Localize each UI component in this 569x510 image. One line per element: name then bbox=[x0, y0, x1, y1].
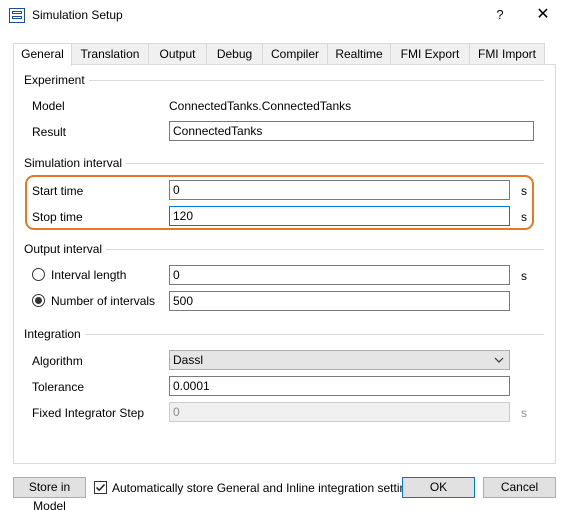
result-label: Result bbox=[32, 125, 67, 139]
close-button[interactable]: ✕ bbox=[532, 5, 554, 25]
tab-general[interactable]: General bbox=[13, 43, 72, 66]
experiment-group-label: Experiment bbox=[24, 73, 89, 87]
app-icon bbox=[9, 8, 25, 23]
tab-translation[interactable]: Translation bbox=[71, 43, 149, 65]
output-interval-group-label: Output interval bbox=[24, 242, 107, 256]
tab-debug[interactable]: Debug bbox=[206, 43, 263, 65]
algorithm-select[interactable]: Dassl bbox=[169, 350, 510, 370]
interval-length-input[interactable]: 0 bbox=[169, 265, 510, 285]
number-of-intervals-radio[interactable] bbox=[32, 294, 45, 307]
ok-button[interactable]: OK bbox=[402, 477, 475, 498]
tab-fmi-export[interactable]: FMI Export bbox=[390, 43, 470, 65]
checkmark-icon bbox=[95, 483, 106, 492]
interval-length-label[interactable]: Interval length bbox=[51, 268, 126, 282]
auto-store-label[interactable]: Automatically store General and Inline i… bbox=[112, 481, 419, 495]
store-in-model-button[interactable]: Store in Model bbox=[13, 477, 86, 510]
tolerance-input[interactable]: 0.0001 bbox=[169, 376, 510, 396]
fixed-integrator-step-input: 0 bbox=[169, 402, 510, 422]
stop-time-input[interactable]: 120 bbox=[169, 206, 510, 226]
model-label: Model bbox=[32, 99, 65, 113]
help-button[interactable]: ? bbox=[490, 5, 510, 25]
start-time-input[interactable]: 0 bbox=[169, 180, 510, 200]
stop-time-label: Stop time bbox=[32, 210, 83, 224]
interval-length-unit: s bbox=[521, 269, 527, 283]
title-bar: Simulation Setup ? ✕ bbox=[0, 0, 569, 31]
model-value: ConnectedTanks.ConnectedTanks bbox=[169, 99, 352, 113]
chevron-down-icon bbox=[494, 357, 504, 363]
result-input[interactable]: ConnectedTanks bbox=[169, 121, 534, 141]
algorithm-selected-value: Dassl bbox=[173, 353, 204, 367]
simulation-interval-group-label: Simulation interval bbox=[24, 156, 127, 170]
tolerance-label: Tolerance bbox=[32, 380, 85, 394]
tab-compiler[interactable]: Compiler bbox=[262, 43, 328, 65]
tab-realtime[interactable]: Realtime bbox=[327, 43, 391, 65]
interval-length-radio[interactable] bbox=[32, 268, 45, 281]
fixed-integrator-step-label: Fixed Integrator Step bbox=[32, 406, 145, 420]
tab-output[interactable]: Output bbox=[148, 43, 207, 65]
integration-group-line bbox=[24, 334, 544, 335]
tab-bar: General Translation Output Debug Compile… bbox=[13, 43, 545, 66]
auto-store-checkbox[interactable] bbox=[94, 481, 107, 494]
stop-time-unit: s bbox=[521, 210, 527, 224]
start-time-unit: s bbox=[521, 184, 527, 198]
cancel-button[interactable]: Cancel bbox=[483, 477, 556, 498]
tab-fmi-import[interactable]: FMI Import bbox=[469, 43, 545, 65]
number-of-intervals-input[interactable]: 500 bbox=[169, 291, 510, 311]
number-of-intervals-label[interactable]: Number of intervals bbox=[51, 294, 155, 308]
algorithm-label: Algorithm bbox=[32, 354, 83, 368]
window-title: Simulation Setup bbox=[32, 8, 123, 22]
start-time-label: Start time bbox=[32, 184, 84, 198]
integration-group-label: Integration bbox=[24, 327, 85, 341]
experiment-group-line bbox=[24, 80, 544, 81]
fixed-integrator-step-unit: s bbox=[521, 406, 527, 420]
